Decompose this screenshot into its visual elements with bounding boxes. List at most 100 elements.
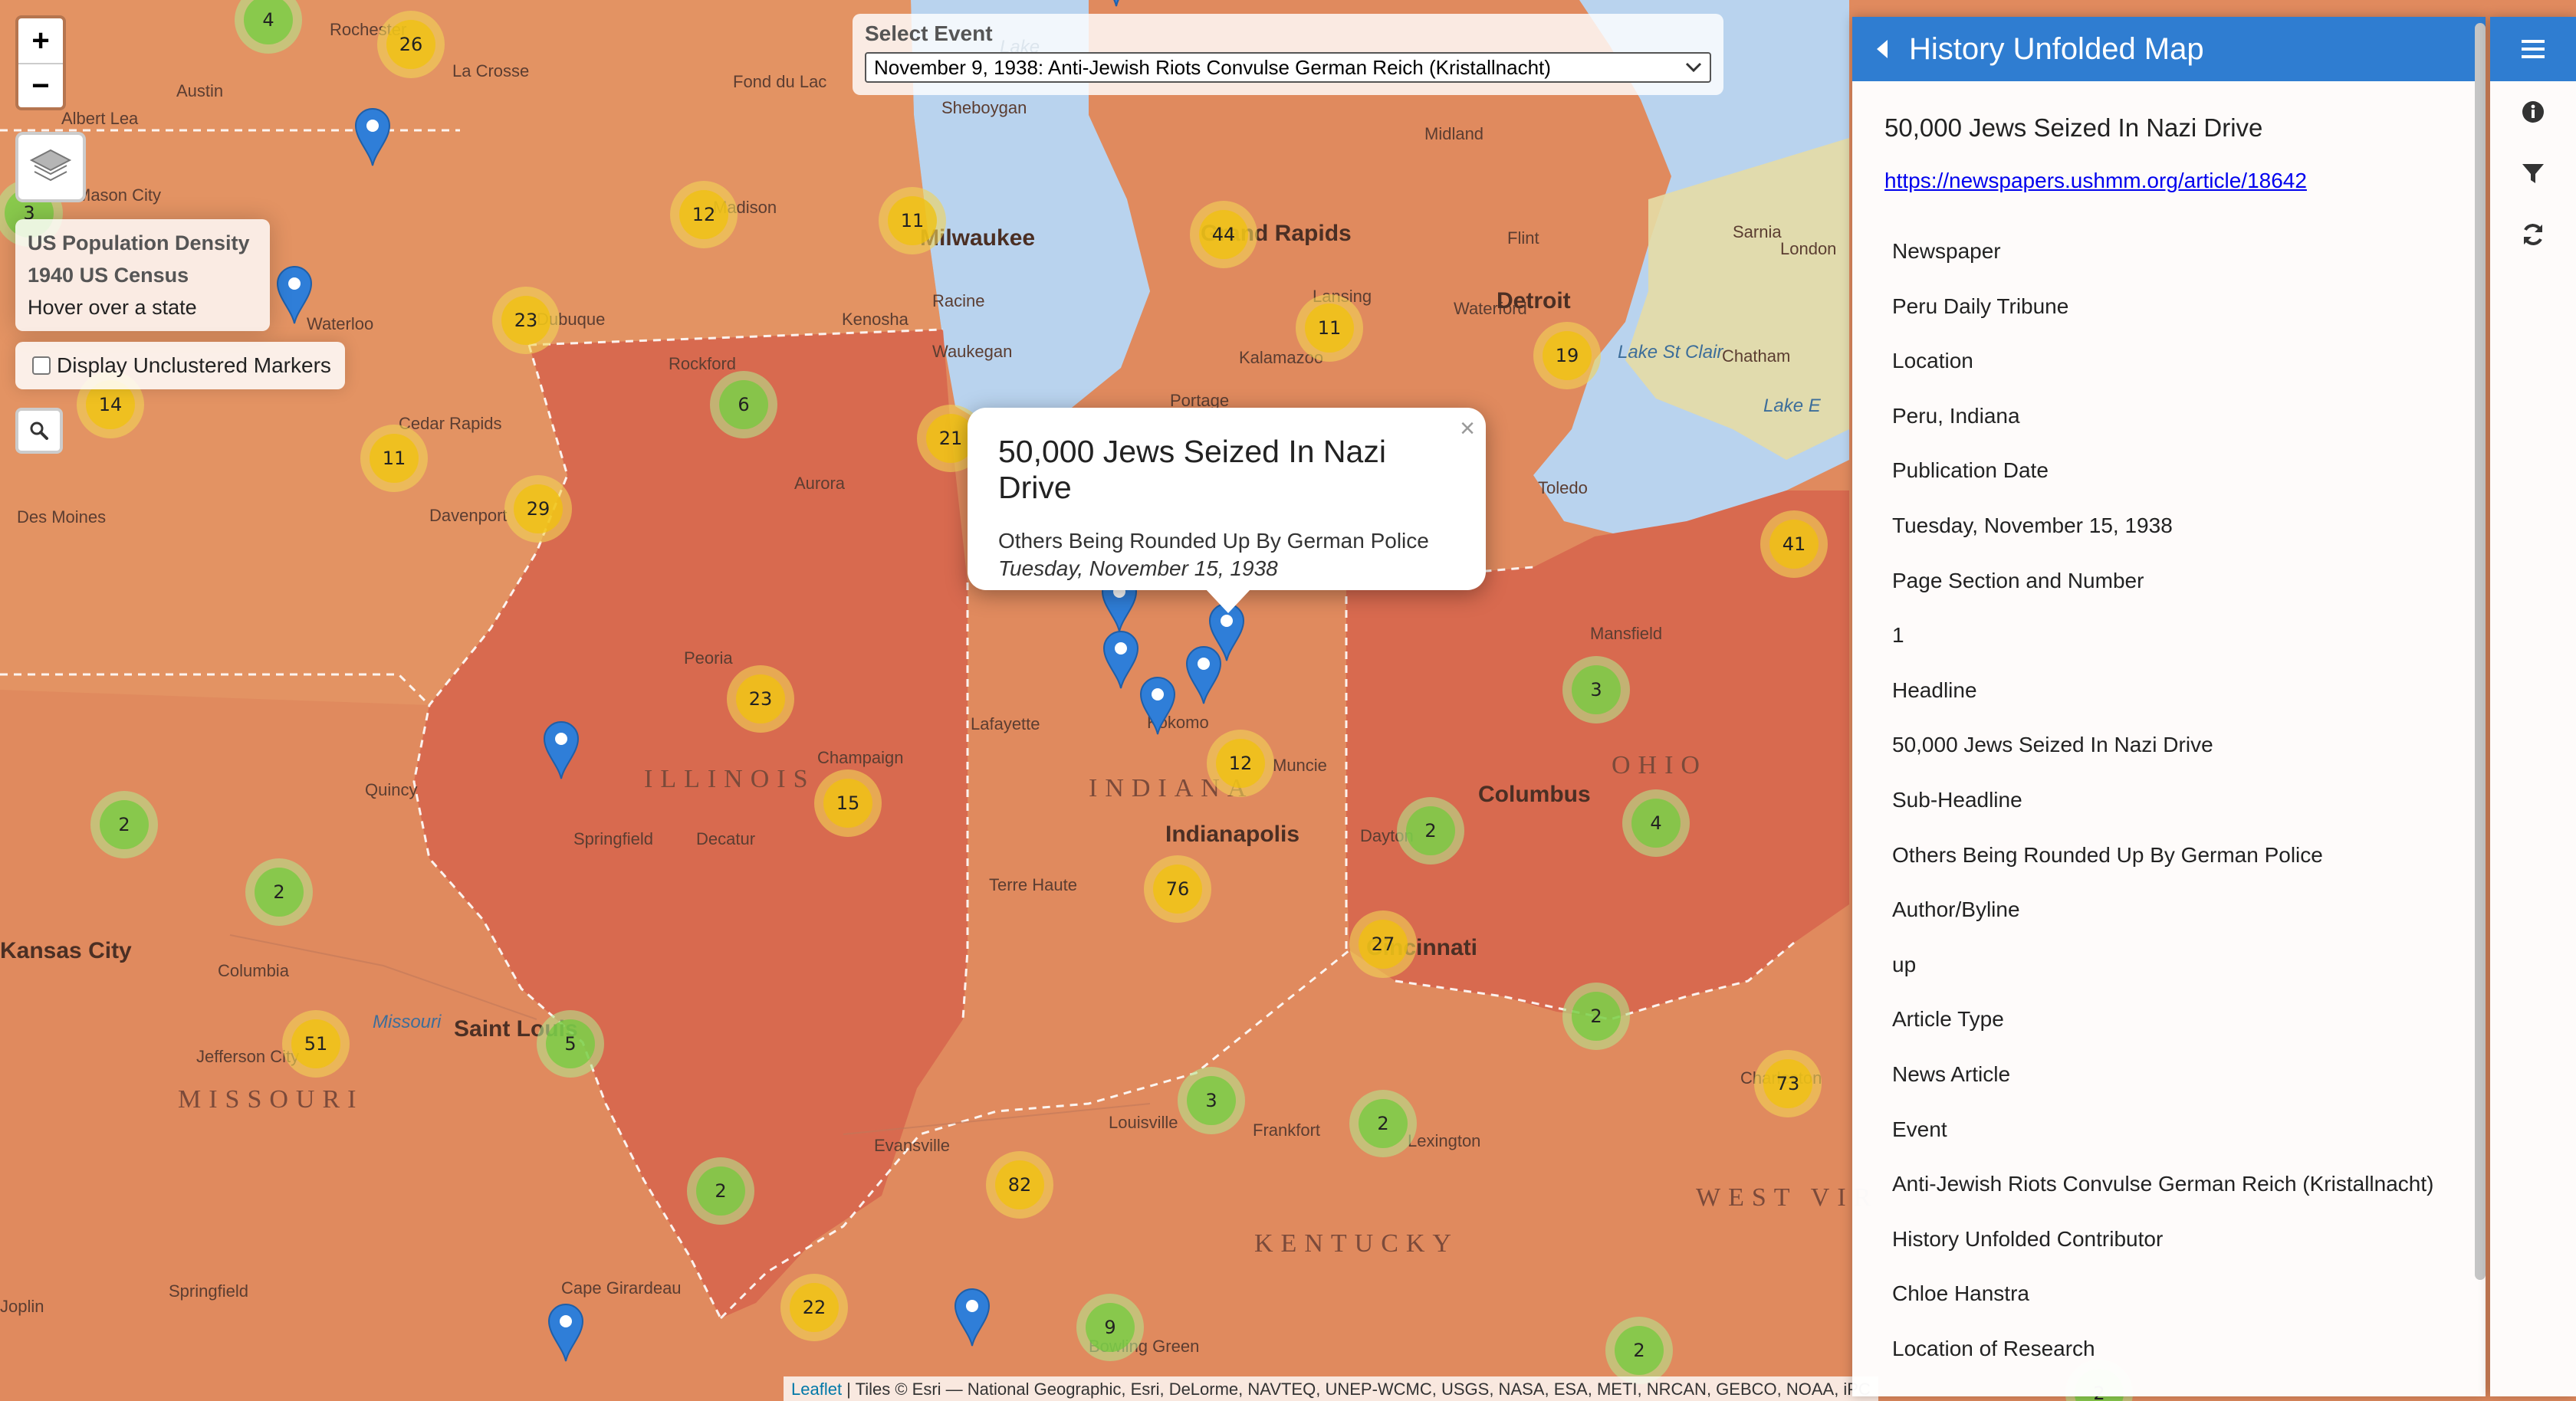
info-hint: Hover over a state — [28, 296, 197, 319]
marker-cluster[interactable]: 2 — [1605, 1317, 1673, 1384]
marker-cluster[interactable]: 11 — [360, 425, 428, 492]
map-marker-pin[interactable] — [1101, 628, 1141, 690]
zoom-out-button[interactable]: − — [18, 63, 63, 107]
marker-cluster[interactable]: 3 — [1178, 1067, 1245, 1134]
map-pin-icon — [1113, 0, 1119, 7]
zoom-in-button[interactable]: + — [18, 18, 63, 63]
marker-cluster[interactable]: 3 — [1562, 656, 1630, 723]
event-select[interactable]: November 9, 1938: Anti-Jewish Riots Conv… — [865, 52, 1711, 83]
marker-cluster[interactable]: 11 — [879, 187, 946, 254]
article-title: 50,000 Jews Seized In Nazi Drive — [1884, 113, 2263, 142]
cluster-count: 19 — [1543, 331, 1592, 380]
map-marker-pin[interactable] — [1138, 674, 1178, 736]
map-marker-pin[interactable] — [541, 719, 581, 780]
tab-refresh[interactable] — [2490, 204, 2576, 265]
map-marker-pin[interactable] — [353, 106, 393, 167]
marker-cluster[interactable]: 4 — [1622, 789, 1690, 857]
map-pin-icon — [954, 1288, 991, 1347]
marker-cluster[interactable]: 11 — [1296, 294, 1363, 362]
marker-cluster[interactable]: 9 — [1076, 1294, 1144, 1361]
refresh-icon — [2524, 224, 2542, 245]
population-info-box: US Population Density 1940 US Census Hov… — [15, 219, 270, 331]
marker-cluster[interactable]: 2 — [687, 1157, 754, 1225]
map-marker-pin[interactable] — [546, 1301, 586, 1363]
marker-cluster[interactable]: 22 — [780, 1274, 848, 1341]
marker-cluster[interactable]: 2 — [1397, 797, 1464, 865]
marker-cluster[interactable]: 51 — [282, 1010, 350, 1078]
map-pin-icon — [547, 1304, 584, 1362]
tab-menu[interactable] — [2490, 17, 2576, 81]
unclustered-checkbox[interactable] — [32, 356, 51, 375]
marker-cluster[interactable]: 15 — [814, 769, 882, 837]
event-select-value: November 9, 1938: Anti-Jewish Riots Conv… — [874, 55, 1551, 79]
cluster-count: 76 — [1153, 865, 1202, 914]
cluster-count: 82 — [995, 1160, 1044, 1209]
map-pin-icon — [1185, 646, 1222, 704]
marker-cluster[interactable]: 27 — [1349, 910, 1417, 978]
map-marker-pin[interactable] — [1184, 644, 1224, 705]
sidebar-header[interactable]: History Unfolded Map — [1852, 17, 2486, 81]
unclustered-toggle[interactable]: Display Unclustered Markers — [15, 342, 345, 389]
marker-cluster[interactable]: 5 — [537, 1010, 604, 1078]
detail-label: Location — [1892, 349, 1973, 373]
map-pin-icon — [543, 721, 580, 779]
cluster-count: 15 — [823, 779, 872, 828]
sidebar-scrollbar[interactable] — [2475, 23, 2486, 1280]
detail-value: Peru, Indiana — [1892, 403, 2020, 428]
article-link[interactable]: https://newspapers.ushmm.org/article/186… — [1884, 169, 2486, 193]
map-attribution: Leaflet | Tiles © Esri — National Geogra… — [784, 1376, 1878, 1401]
collapse-caret-icon[interactable] — [1877, 40, 1888, 58]
marker-cluster[interactable]: 76 — [1144, 855, 1211, 923]
cluster-count: 2 — [100, 800, 149, 849]
unclustered-label: Display Unclustered Markers — [57, 353, 331, 377]
marker-cluster[interactable]: 2 — [245, 858, 313, 926]
marker-cluster[interactable]: 19 — [1533, 322, 1601, 389]
map-marker-pin[interactable] — [1096, 0, 1136, 8]
layers-button[interactable] — [15, 132, 86, 202]
marker-cluster[interactable]: 6 — [710, 371, 777, 438]
marker-cluster[interactable]: 82 — [986, 1151, 1053, 1219]
cluster-count: 11 — [888, 196, 937, 245]
detail-label: Headline — [1892, 678, 1977, 702]
zoom-control: + − — [15, 15, 66, 110]
popup-close-button[interactable]: × — [1460, 414, 1475, 444]
detail-label: Newspaper — [1892, 239, 2001, 263]
tab-info[interactable] — [2490, 81, 2576, 143]
tab-filter[interactable] — [2490, 143, 2576, 204]
detail-value: 1 — [1892, 623, 1904, 648]
cluster-count: 3 — [1572, 665, 1621, 714]
cluster-count: 4 — [1631, 799, 1681, 848]
cluster-count: 2 — [696, 1166, 745, 1216]
menu-icon — [2522, 40, 2545, 58]
cluster-count: 2 — [1406, 806, 1455, 855]
marker-cluster[interactable]: 2 — [1562, 983, 1630, 1050]
cluster-count: 73 — [1763, 1059, 1812, 1108]
map-marker-pin[interactable] — [952, 1286, 992, 1347]
detail-value: Tuesday, November 15, 1938 — [1892, 513, 2173, 537]
map-pin-icon — [1139, 677, 1176, 735]
marker-cluster[interactable]: 44 — [1190, 201, 1257, 268]
cluster-count: 5 — [546, 1019, 595, 1068]
event-selector: Select Event November 9, 1938: Anti-Jewi… — [853, 14, 1723, 95]
cluster-count: 2 — [255, 868, 304, 917]
detail-label: Location of Research — [1892, 1336, 2095, 1360]
marker-cluster[interactable]: 2 — [1349, 1090, 1417, 1157]
marker-cluster[interactable]: 2 — [90, 791, 158, 858]
marker-cluster[interactable]: 26 — [377, 11, 445, 78]
leaflet-link[interactable]: Leaflet — [791, 1380, 842, 1399]
marker-cluster[interactable]: 12 — [1207, 730, 1274, 797]
marker-cluster[interactable]: 29 — [504, 475, 572, 543]
marker-cluster[interactable]: 12 — [670, 181, 738, 248]
detail-label: History Unfolded Contributor — [1892, 1226, 2164, 1251]
search-button[interactable] — [15, 408, 63, 454]
layers-icon — [29, 149, 72, 182]
marker-cluster[interactable]: 23 — [727, 665, 794, 733]
article-details: Newspaper Peru Daily Tribune Location Peru,… — [1892, 224, 2486, 1376]
popup-subheadline: Others Being Rounded Up By German Police — [998, 529, 1429, 553]
detail-label: Page Section and Number — [1892, 568, 2144, 592]
marker-cluster[interactable]: 41 — [1760, 510, 1828, 578]
marker-cluster[interactable]: 73 — [1754, 1050, 1822, 1117]
marker-cluster[interactable]: 23 — [492, 287, 560, 354]
cluster-count: 2 — [1572, 992, 1621, 1041]
map-marker-pin[interactable] — [274, 264, 314, 325]
